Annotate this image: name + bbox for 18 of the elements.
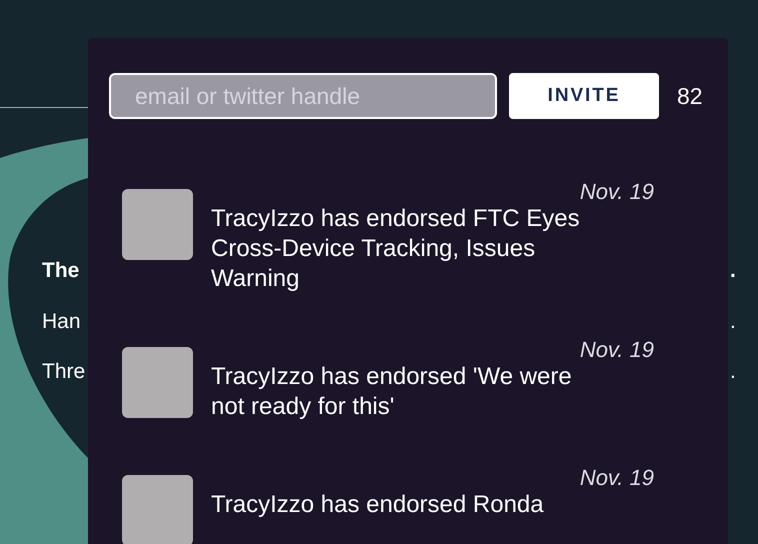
notification-text[interactable]: TracyIzzo has endorsed 'We were not ready for this' xyxy=(211,362,606,422)
article-title[interactable]: . xyxy=(730,309,736,335)
invite-count: 82 xyxy=(677,82,703,111)
notification-text[interactable]: TracyIzzo has endorsed FTC Eyes Cross-Device Tracking, Issues Warning xyxy=(211,204,606,294)
date-label: Nov. 19 xyxy=(580,466,654,490)
avatar-picture xyxy=(122,475,193,544)
avatar-picture xyxy=(122,189,193,260)
date-label: Nov. 19 xyxy=(580,338,654,362)
avatar-picture xyxy=(122,347,193,418)
article-title[interactable]: The xyxy=(42,258,80,284)
invite-field[interactable]: email or twitter handle xyxy=(109,73,497,119)
article-title[interactable]: . xyxy=(730,359,736,385)
article-title[interactable]: Han xyxy=(42,309,81,335)
invite-button[interactable]: INVITE xyxy=(509,73,659,119)
article-title[interactable]: . xyxy=(730,258,736,284)
article-title[interactable]: Thre xyxy=(42,359,86,385)
date-label: Nov. 19 xyxy=(580,180,654,204)
notification-text[interactable]: TracyIzzo has endorsed Ronda xyxy=(211,490,606,520)
